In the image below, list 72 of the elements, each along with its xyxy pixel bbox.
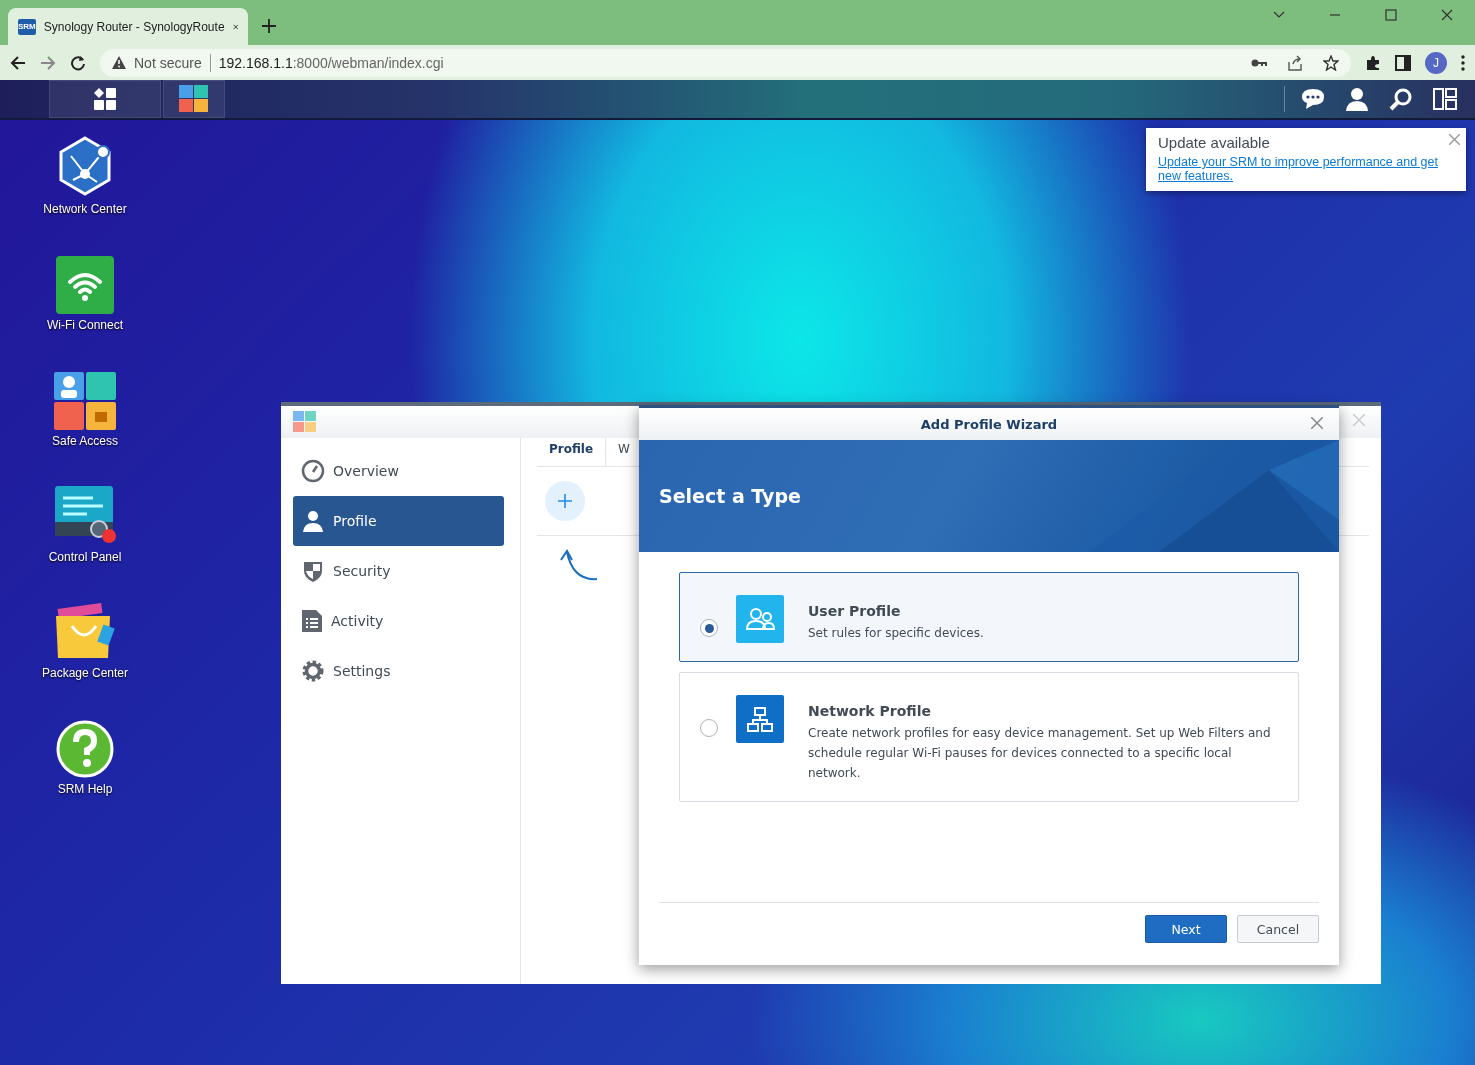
profile-avatar[interactable]: J bbox=[1425, 51, 1447, 74]
add-button[interactable] bbox=[545, 481, 585, 521]
tab[interactable]: Profile bbox=[537, 438, 607, 466]
sidebar-item[interactable]: Profile bbox=[293, 496, 504, 546]
wifi-icon bbox=[56, 256, 114, 314]
widgets-icon[interactable] bbox=[1433, 88, 1457, 110]
chat-icon[interactable] bbox=[1301, 88, 1325, 110]
option-title: Network Profile bbox=[808, 703, 932, 719]
control-panel-icon bbox=[53, 484, 117, 546]
desktop-icon-label[interactable]: Wi-Fi Connect bbox=[35, 318, 135, 332]
main-menu-button[interactable] bbox=[49, 80, 161, 118]
share-icon[interactable] bbox=[1287, 54, 1303, 71]
desktop-icon-label[interactable]: Safe Access bbox=[35, 434, 135, 448]
security-label: Not secure bbox=[134, 54, 202, 71]
close-icon[interactable] bbox=[232, 21, 238, 32]
close-icon[interactable] bbox=[1449, 134, 1460, 145]
close-icon[interactable] bbox=[1311, 417, 1323, 429]
option-description: Create network profiles for easy device management. Set up Web Filters and schedule regular Wi-Fi pauses for devices connected to a specific local network. bbox=[808, 725, 1272, 782]
sidebar-item[interactable]: Activity bbox=[293, 596, 504, 646]
new-tab-icon[interactable] bbox=[262, 19, 276, 33]
next-button[interactable]: Next bbox=[1145, 915, 1227, 943]
puzzle-icon[interactable] bbox=[1365, 54, 1381, 71]
plus-icon bbox=[558, 494, 572, 508]
back-icon[interactable] bbox=[10, 54, 26, 71]
key-icon[interactable] bbox=[1251, 57, 1267, 68]
option-card[interactable]: User Profile Set rules for specific devices. bbox=[679, 572, 1299, 662]
reload-icon[interactable] bbox=[70, 54, 86, 71]
users-icon bbox=[736, 595, 784, 643]
option-description: Set rules for specific devices. bbox=[808, 625, 985, 642]
radio-button[interactable] bbox=[700, 619, 718, 637]
desktop-icon-label[interactable]: SRM Help bbox=[35, 782, 135, 796]
notification-title: Update available bbox=[1158, 134, 1271, 151]
maximize-icon[interactable] bbox=[1385, 9, 1397, 21]
forward-icon[interactable] bbox=[40, 54, 56, 71]
favicon: SRM bbox=[18, 18, 36, 35]
sidebar-item[interactable]: Settings bbox=[293, 646, 504, 696]
star-icon[interactable] bbox=[1323, 54, 1339, 71]
option-card[interactable]: Network Profile Create network profiles for easy device management. Set up Web Filters and schedule regular Wi-Fi pauses for devices connected to a specific local network. bbox=[679, 672, 1299, 802]
sidebar-icon[interactable] bbox=[1395, 54, 1411, 71]
gauge-icon bbox=[301, 459, 325, 483]
curved-arrow-icon bbox=[559, 548, 599, 582]
browser-tab[interactable]: SRM Synology Router - SynologyRoute bbox=[8, 8, 248, 45]
shield-icon bbox=[301, 559, 325, 583]
update-link[interactable]: Update your SRM to improve performance and get new features. bbox=[1158, 155, 1454, 183]
tab-title: Synology Router - SynologyRoute bbox=[43, 19, 225, 34]
desktop-icon-label[interactable]: Control Panel bbox=[35, 550, 135, 564]
cancel-button[interactable]: Cancel bbox=[1237, 915, 1319, 943]
safe-access-icon bbox=[179, 85, 209, 113]
sidebar-item[interactable]: Overview bbox=[293, 446, 504, 496]
gear-icon bbox=[301, 659, 325, 683]
safe-access-icon bbox=[54, 372, 116, 430]
grid-icon bbox=[94, 88, 116, 110]
menu-icon[interactable] bbox=[1461, 54, 1465, 71]
warning-icon bbox=[112, 56, 126, 69]
sidebar-item[interactable]: Security bbox=[293, 546, 504, 596]
desktop-icon-label[interactable]: Network Center bbox=[35, 202, 135, 216]
document-list-icon bbox=[301, 609, 323, 633]
dialog-title: Add Profile Wizard bbox=[920, 416, 1058, 432]
search-icon[interactable] bbox=[1389, 87, 1413, 111]
radio-button[interactable] bbox=[700, 719, 718, 737]
close-icon[interactable] bbox=[1441, 9, 1453, 21]
safe-access-icon bbox=[293, 411, 317, 433]
wizard-heading: Select a Type bbox=[659, 485, 801, 507]
url-text: 192.168.1.1:8000/webman/index.cgi bbox=[218, 54, 445, 71]
network-tree-icon bbox=[736, 695, 784, 743]
desktop-icon-label[interactable]: Package Center bbox=[35, 666, 135, 680]
user-icon[interactable] bbox=[1345, 87, 1369, 111]
user-icon bbox=[301, 509, 325, 533]
address-bar[interactable]: Not secure 192.168.1.1:8000/webman/index.cgi bbox=[100, 48, 1351, 77]
help-icon bbox=[56, 720, 114, 778]
taskbar-app-button[interactable] bbox=[163, 80, 225, 118]
option-title: User Profile bbox=[808, 603, 902, 619]
